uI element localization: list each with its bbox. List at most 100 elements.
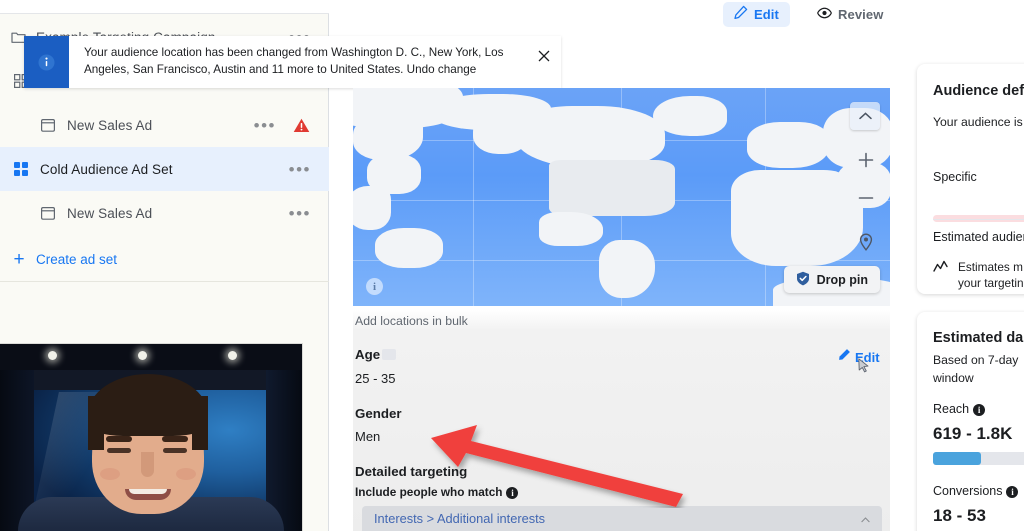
presenter-cheek [176,468,196,480]
info-circle-icon[interactable]: i [366,278,383,295]
age-label-badge [382,349,396,360]
location-change-banner: Your audience location has been changed … [24,36,561,88]
ads-manager-screen: Example Targeting Campaign ••• Warm Audi… [0,0,1024,531]
shield-pin-icon [796,271,810,289]
eye-icon [817,6,832,24]
reach-value: 619 - 1.8K [933,424,1013,443]
tab-review[interactable]: Review [806,2,894,27]
studio-light-icon [48,351,57,360]
audience-meter-label: Specific [933,170,977,184]
panel-divider [933,219,1024,220]
info-icon [24,36,69,88]
presenter-webcam-overlay [0,344,302,531]
audience-definition-subtitle: Your audience is [933,115,1023,129]
map-landmass-europe [747,122,829,168]
reach-progress-fill [933,452,981,465]
ad-set-grid-icon [11,159,31,179]
trend-line-icon [933,260,950,292]
close-icon[interactable] [527,36,561,88]
sidebar-item-new-sales-ad-warm[interactable]: New Sales Ad ••• [0,103,329,147]
map-landmass-australia [375,228,443,268]
sidebar-item-label: Cold Audience Ad Set [40,161,173,177]
pencil-icon [734,5,748,24]
conversions-text: Conversions [933,484,1003,498]
plus-icon: + [13,248,25,270]
row-more-options-button[interactable]: ••• [289,205,311,222]
create-ad-set-button[interactable]: + Create ad set [0,238,329,280]
ad-card-icon [38,203,58,223]
ad-card-icon [38,115,58,135]
presenter-hair-side [88,396,104,450]
interests-breadcrumb-label: Interests > Additional interests [374,511,546,526]
presenter-eyebrow [162,436,188,442]
row-more-options-button[interactable]: ••• [289,161,311,178]
banner-message: Your audience location has been changed … [69,36,527,88]
tab-edit-label: Edit [754,7,779,22]
presenter-eyebrow [106,436,132,442]
tab-review-label: Review [838,7,884,22]
estimated-audience-label: Estimated audien [933,230,1024,244]
estimates-note-line1: Estimates m [958,260,1023,274]
sidebar-item-label: New Sales Ad [67,205,153,221]
presenter-eye [107,448,131,453]
gender-field-label: Gender [355,406,402,421]
studio-light-icon [138,351,147,360]
estimates-note: Estimates m your targetin [933,260,1024,292]
drop-pin-label: Drop pin [816,272,868,287]
reach-label: Reach i [933,402,986,416]
webcam-ceiling-bar [0,344,302,370]
map-collapse-button[interactable] [850,102,880,130]
map-locate-button[interactable] [852,228,880,256]
age-field-value: 25 - 35 [355,371,396,386]
estimated-results-title: Estimated da [933,330,1024,346]
audience-definition-title: Audience def [933,83,1024,99]
sidebar-item-new-sales-ad-cold[interactable]: New Sales Ad ••• [0,191,329,235]
estimated-results-subtitle-2: window [933,371,974,385]
tab-edit[interactable]: Edit [723,2,790,27]
caret-up-icon[interactable] [861,510,870,528]
studio-light-icon [228,351,237,360]
sidebar-item-cold-audience-ad-set[interactable]: Cold Audience Ad Set ••• [0,147,329,191]
conversions-label: Conversions i [933,484,1019,498]
presenter-eye [163,448,187,453]
row-more-options-button[interactable]: ••• [254,117,276,134]
map-landmass-mexico [539,212,603,246]
pencil-icon [838,348,851,366]
presenter-teeth [129,489,167,494]
chevron-up-icon [858,107,872,125]
detailed-targeting-label: Detailed targeting [355,464,468,479]
presenter-cheek [100,468,120,480]
map-landmass-canada [515,106,665,168]
reach-text: Reach [933,402,970,416]
location-map[interactable]: Drop pin i [353,88,890,306]
map-landmass-greenland [653,96,727,136]
estimates-note-line2: your targetin [958,275,1024,290]
map-landmass-india [353,186,391,230]
sidebar-divider [0,281,329,282]
interests-selection-row[interactable]: Interests > Additional interests [362,506,882,531]
add-locations-bulk-link[interactable]: Add locations in bulk [355,314,468,328]
undo-change-link[interactable]: Undo change [407,63,477,76]
info-icon[interactable]: i [506,486,519,499]
gender-field-value: Men [355,429,381,444]
presenter-nose [141,452,154,477]
estimated-results-subtitle-1: Based on 7-day [933,353,1019,367]
mouse-cursor-icon [858,358,869,373]
age-field-label: Age [355,347,381,362]
conversions-value: 18 - 53 [933,506,986,525]
map-united-states-highlight [549,160,675,216]
map-zoom-out-button[interactable] [852,184,880,212]
drop-pin-button[interactable]: Drop pin [783,266,880,293]
info-icon[interactable]: i [1006,485,1019,498]
create-ad-set-label: Create ad set [36,251,118,267]
map-zoom-in-button[interactable] [852,146,880,174]
sidebar-item-label: New Sales Ad [67,117,153,133]
error-warning-icon[interactable] [293,118,310,133]
estimated-daily-results-panel: Estimated da Based on 7-day window Reach… [917,312,1024,531]
info-icon[interactable]: i [973,403,986,416]
audience-definition-panel: Audience def Your audience is Specific E… [917,64,1024,294]
sidebar-top-rule [0,0,329,14]
include-people-text: Include people who match [355,485,503,499]
presenter-hair-side [192,396,208,450]
include-people-label: Include people who match i [355,485,519,499]
